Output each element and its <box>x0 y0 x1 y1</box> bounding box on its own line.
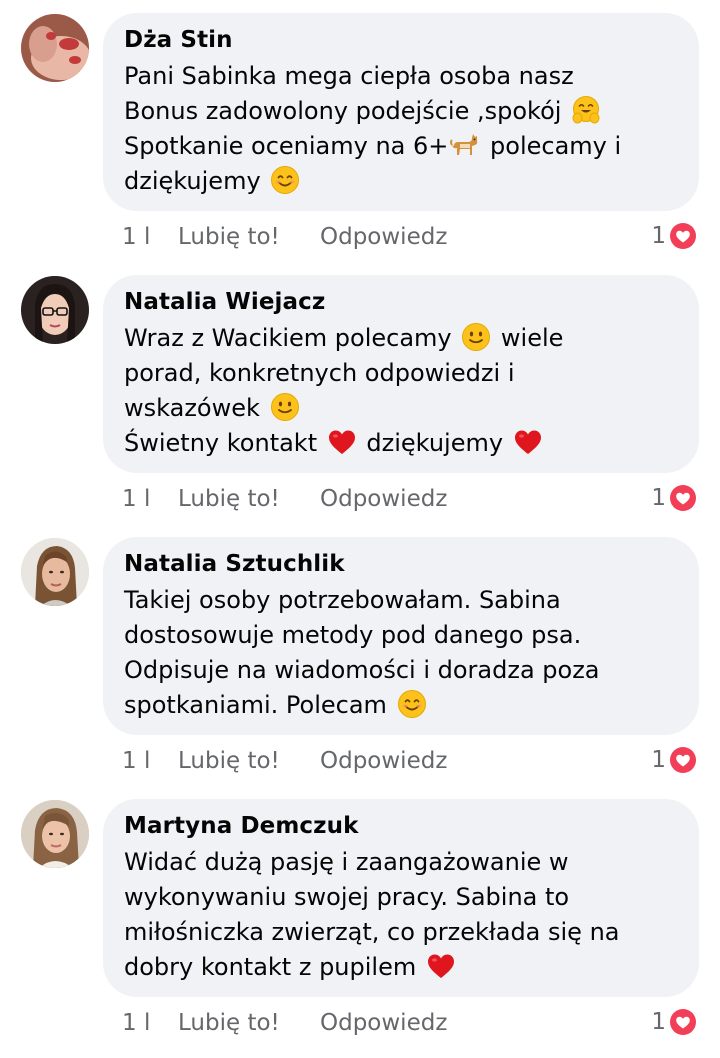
reaction-summary[interactable]: 1 <box>651 1007 698 1037</box>
comment-line-text: Spotkanie oceniamy na 6+ <box>124 132 449 160</box>
reaction-summary[interactable]: 1 <box>651 221 698 251</box>
heart-icon <box>668 221 698 251</box>
comment-line: Spotkanie oceniamy na 6+ polecamy i <box>124 129 679 164</box>
comment-line: wskazówek <box>124 391 679 426</box>
comment-age[interactable]: 1 l <box>122 748 178 774</box>
comment-actions: 1 l Lubię to! Odpowiedz <box>122 1008 447 1038</box>
reaction-count: 1 <box>651 485 666 511</box>
comment-line: spotkaniami. Polecam <box>124 688 679 723</box>
comment-line: Widać dużą pasję i zaangażowanie w <box>124 848 569 876</box>
avatar[interactable] <box>21 800 89 868</box>
comment-line-text: wskazówek <box>124 394 260 422</box>
comment-line-text: wiele <box>500 324 564 352</box>
reaction-count: 1 <box>651 1009 666 1035</box>
red-heart-emoji-icon <box>513 427 543 457</box>
slightly-smiling-face-emoji-icon <box>270 392 300 422</box>
dog-emoji-icon <box>450 130 480 160</box>
comment-text: Widać dużą pasję i zaangażowanie w wykon… <box>124 845 679 985</box>
hugging-face-emoji-icon <box>571 95 601 125</box>
comment-line: Wraz z Wacikiem polecamy wiele <box>124 321 679 356</box>
author-name[interactable]: Martyna Demczuk <box>124 811 679 841</box>
comment-line: Świetny kontakt dziękujemy <box>124 426 679 461</box>
author-name[interactable]: Dża Stin <box>124 25 679 55</box>
comment-line: Odpisuje na wiadomości i doradza poza <box>124 656 600 684</box>
like-button[interactable]: Lubię to! <box>178 1010 320 1036</box>
comment-line-text: dziękujemy <box>124 167 261 195</box>
comment-line: wykonywaniu swojej pracy. Sabina to <box>124 883 570 911</box>
avatar[interactable] <box>21 276 89 344</box>
comment-text: Pani Sabinka mega ciepła osoba nasz Bonu… <box>124 59 679 199</box>
comment-actions: 1 l Lubię to! Odpowiedz <box>122 484 447 514</box>
comment-text: Takiej osoby potrzebowałam. Sabina dosto… <box>124 583 679 723</box>
comment-line-text: dziękujemy <box>366 429 504 457</box>
comment-line-text: Świetny kontakt <box>124 429 318 457</box>
comment-line: porad, konkretnych odpowiedzi i <box>124 359 515 387</box>
comment-text: Wraz z Wacikiem polecamy wiele porad, ko… <box>124 321 679 461</box>
comment-line: Pani Sabinka mega ciepła osoba nasz <box>124 62 574 90</box>
reply-button[interactable]: Odpowiedz <box>320 1010 447 1036</box>
like-button[interactable]: Lubię to! <box>178 224 320 250</box>
comment-line: miłośniczka zwierząt, co przekłada się n… <box>124 918 620 946</box>
comment-line-text: Bonus zadowolony podejście ,spokój <box>124 97 562 125</box>
smiling-face-emoji-icon <box>270 165 300 195</box>
reply-button[interactable]: Odpowiedz <box>320 224 447 250</box>
comment-line: Bonus zadowolony podejście ,spokój <box>124 94 679 129</box>
comment-line-text: dobry kontakt z pupilem <box>124 953 417 981</box>
comment-bubble: Dża Stin Pani Sabinka mega ciepła osoba … <box>103 13 699 211</box>
avatar-photo <box>21 800 89 868</box>
red-heart-emoji-icon <box>426 951 456 981</box>
heart-icon <box>668 745 698 775</box>
red-heart-emoji-icon <box>327 427 357 457</box>
comment-line: dostosowuje metody pod danego psa. <box>124 621 582 649</box>
comment-bubble: Natalia Wiejacz Wraz z Wacikiem polecamy… <box>103 275 699 473</box>
heart-icon <box>668 1007 698 1037</box>
comment-actions: 1 l Lubię to! Odpowiedz <box>122 746 447 776</box>
comment-age[interactable]: 1 l <box>122 224 178 250</box>
comment-line: dobry kontakt z pupilem <box>124 950 679 985</box>
avatar-photo <box>21 14 89 82</box>
comment-actions: 1 l Lubię to! Odpowiedz <box>122 222 447 252</box>
like-button[interactable]: Lubię to! <box>178 748 320 774</box>
author-name[interactable]: Natalia Sztuchlik <box>124 549 679 579</box>
comment-line: dziękujemy <box>124 164 679 199</box>
reaction-count: 1 <box>651 223 666 249</box>
comment-bubble: Martyna Demczuk Widać dużą pasję i zaang… <box>103 799 699 997</box>
comment-age[interactable]: 1 l <box>122 486 178 512</box>
comment-line-text: Wraz z Wacikiem polecamy <box>124 324 452 352</box>
like-button[interactable]: Lubię to! <box>178 486 320 512</box>
reply-button[interactable]: Odpowiedz <box>320 486 447 512</box>
comment-line: Takiej osoby potrzebowałam. Sabina <box>124 586 561 614</box>
avatar-photo <box>21 538 89 606</box>
heart-icon <box>668 483 698 513</box>
author-name[interactable]: Natalia Wiejacz <box>124 287 679 317</box>
comment-age[interactable]: 1 l <box>122 1010 178 1036</box>
avatar[interactable] <box>21 14 89 82</box>
comment-line-text: polecamy i <box>482 132 622 160</box>
avatar-photo <box>21 276 89 344</box>
reaction-count: 1 <box>651 747 666 773</box>
smiling-face-emoji-icon <box>397 689 427 719</box>
reply-button[interactable]: Odpowiedz <box>320 748 447 774</box>
reaction-summary[interactable]: 1 <box>651 483 698 513</box>
comment-bubble: Natalia Sztuchlik Takiej osoby potrzebow… <box>103 537 699 735</box>
slightly-smiling-face-emoji-icon <box>461 322 491 352</box>
comment-line-text: spotkaniami. Polecam <box>124 691 387 719</box>
avatar[interactable] <box>21 538 89 606</box>
reaction-summary[interactable]: 1 <box>651 745 698 775</box>
